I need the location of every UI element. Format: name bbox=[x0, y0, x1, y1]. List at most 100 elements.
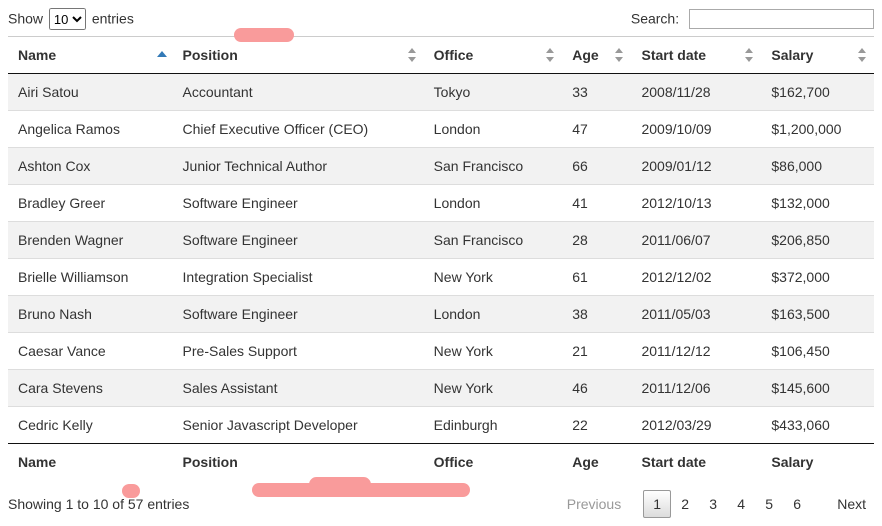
cell-salary: $162,700 bbox=[761, 74, 874, 111]
cell-name: Brielle Williamson bbox=[8, 259, 173, 296]
col-header-start-date[interactable]: Start date bbox=[631, 37, 761, 74]
cell-office: Edinburgh bbox=[424, 407, 563, 444]
length-control: Show 10 entries bbox=[8, 8, 134, 30]
cell-age: 33 bbox=[562, 74, 631, 111]
cell-position: Software Engineer bbox=[173, 222, 424, 259]
cell-age: 22 bbox=[562, 407, 631, 444]
search-control: Search: bbox=[631, 9, 874, 29]
cell-office: San Francisco bbox=[424, 222, 563, 259]
cell-salary: $1,200,000 bbox=[761, 111, 874, 148]
table-row: Brenden WagnerSoftware EngineerSan Franc… bbox=[8, 222, 874, 259]
data-table: Name Position Office Age Start date Sala… bbox=[8, 36, 874, 480]
cell-age: 46 bbox=[562, 370, 631, 407]
cell-age: 47 bbox=[562, 111, 631, 148]
sort-icon bbox=[745, 48, 755, 62]
cell-salary: $145,600 bbox=[761, 370, 874, 407]
table-row: Caesar VancePre-Sales SupportNew York212… bbox=[8, 333, 874, 370]
cell-position: Senior Javascript Developer bbox=[173, 407, 424, 444]
cell-salary: $206,850 bbox=[761, 222, 874, 259]
cell-name: Bruno Nash bbox=[8, 296, 173, 333]
page-button-3[interactable]: 3 bbox=[699, 490, 727, 518]
cell-salary: $132,000 bbox=[761, 185, 874, 222]
cell-age: 28 bbox=[562, 222, 631, 259]
next-button[interactable]: Next bbox=[829, 490, 874, 518]
cell-name: Ashton Cox bbox=[8, 148, 173, 185]
page-button-2[interactable]: 2 bbox=[671, 490, 699, 518]
col-header-salary[interactable]: Salary bbox=[761, 37, 874, 74]
col-header-office[interactable]: Office bbox=[424, 37, 563, 74]
cell-name: Cara Stevens bbox=[8, 370, 173, 407]
cell-salary: $433,060 bbox=[761, 407, 874, 444]
page-button-5[interactable]: 5 bbox=[755, 490, 783, 518]
cell-office: New York bbox=[424, 259, 563, 296]
cell-start: 2012/10/13 bbox=[631, 185, 761, 222]
cell-salary: $163,500 bbox=[761, 296, 874, 333]
table-row: Cara StevensSales AssistantNew York46201… bbox=[8, 370, 874, 407]
table-row: Brielle WilliamsonIntegration Specialist… bbox=[8, 259, 874, 296]
page-length-select[interactable]: 10 bbox=[49, 8, 86, 30]
cell-start: 2009/10/09 bbox=[631, 111, 761, 148]
col-footer-start-date: Start date bbox=[631, 444, 761, 481]
cell-office: Tokyo bbox=[424, 74, 563, 111]
cell-position: Integration Specialist bbox=[173, 259, 424, 296]
cell-name: Angelica Ramos bbox=[8, 111, 173, 148]
table-row: Cedric KellySenior Javascript DeveloperE… bbox=[8, 407, 874, 444]
sort-icon bbox=[408, 48, 418, 62]
cell-age: 61 bbox=[562, 259, 631, 296]
col-header-age[interactable]: Age bbox=[562, 37, 631, 74]
table-info: Showing 1 to 10 of 57 entries bbox=[8, 496, 189, 512]
cell-name: Caesar Vance bbox=[8, 333, 173, 370]
table-row: Airi SatouAccountantTokyo332008/11/28$16… bbox=[8, 74, 874, 111]
cell-office: London bbox=[424, 185, 563, 222]
cell-salary: $106,450 bbox=[761, 333, 874, 370]
cell-office: London bbox=[424, 111, 563, 148]
show-label: Show bbox=[8, 11, 43, 27]
page-button-6[interactable]: 6 bbox=[783, 490, 811, 518]
col-footer-position: Position bbox=[173, 444, 424, 481]
entries-label: entries bbox=[92, 11, 134, 27]
table-row: Bradley GreerSoftware EngineerLondon4120… bbox=[8, 185, 874, 222]
col-footer-age: Age bbox=[562, 444, 631, 481]
cell-start: 2012/12/02 bbox=[631, 259, 761, 296]
sort-icon bbox=[546, 48, 556, 62]
page-button-1[interactable]: 1 bbox=[643, 490, 671, 518]
previous-button[interactable]: Previous bbox=[559, 490, 629, 518]
cell-office: San Francisco bbox=[424, 148, 563, 185]
cell-position: Software Engineer bbox=[173, 185, 424, 222]
col-footer-salary: Salary bbox=[761, 444, 874, 481]
cell-position: Software Engineer bbox=[173, 296, 424, 333]
pagination: Previous 123456 Next bbox=[559, 490, 874, 518]
page-button-4[interactable]: 4 bbox=[727, 490, 755, 518]
cell-position: Accountant bbox=[173, 74, 424, 111]
cell-office: New York bbox=[424, 333, 563, 370]
cell-name: Airi Satou bbox=[8, 74, 173, 111]
cell-position: Junior Technical Author bbox=[173, 148, 424, 185]
search-label: Search: bbox=[631, 11, 679, 27]
cell-salary: $86,000 bbox=[761, 148, 874, 185]
col-footer-name: Name bbox=[8, 444, 173, 481]
cell-position: Sales Assistant bbox=[173, 370, 424, 407]
cell-office: New York bbox=[424, 370, 563, 407]
cell-start: 2011/05/03 bbox=[631, 296, 761, 333]
cell-start: 2011/06/07 bbox=[631, 222, 761, 259]
cell-name: Cedric Kelly bbox=[8, 407, 173, 444]
cell-name: Bradley Greer bbox=[8, 185, 173, 222]
col-footer-office: Office bbox=[424, 444, 563, 481]
cell-age: 66 bbox=[562, 148, 631, 185]
col-header-position[interactable]: Position bbox=[173, 37, 424, 74]
sort-icon bbox=[858, 48, 868, 62]
cell-position: Pre-Sales Support bbox=[173, 333, 424, 370]
table-row: Ashton CoxJunior Technical AuthorSan Fra… bbox=[8, 148, 874, 185]
sort-icon bbox=[615, 48, 625, 62]
cell-age: 21 bbox=[562, 333, 631, 370]
cell-start: 2011/12/12 bbox=[631, 333, 761, 370]
sort-asc-icon bbox=[157, 48, 167, 62]
col-header-name[interactable]: Name bbox=[8, 37, 173, 74]
cell-age: 38 bbox=[562, 296, 631, 333]
cell-office: London bbox=[424, 296, 563, 333]
search-input[interactable] bbox=[689, 9, 874, 29]
table-row: Angelica RamosChief Executive Officer (C… bbox=[8, 111, 874, 148]
cell-age: 41 bbox=[562, 185, 631, 222]
cell-name: Brenden Wagner bbox=[8, 222, 173, 259]
cell-start: 2012/03/29 bbox=[631, 407, 761, 444]
